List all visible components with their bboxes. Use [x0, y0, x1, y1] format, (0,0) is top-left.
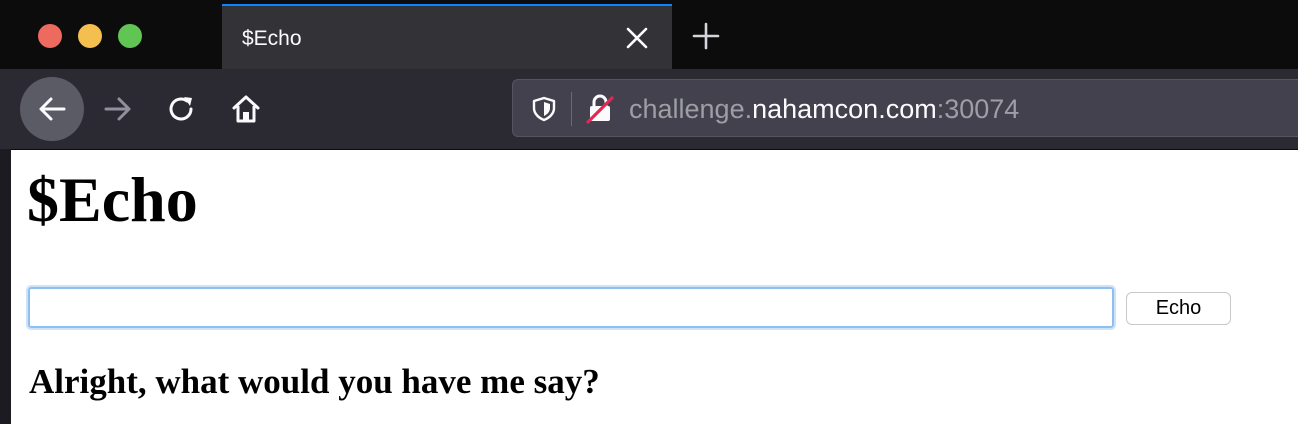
- page-content: $Echo Echo Alright, what would you have …: [11, 149, 1298, 424]
- tab-strip: $Echo: [0, 0, 1298, 69]
- echo-button[interactable]: Echo: [1126, 292, 1231, 325]
- reload-button[interactable]: [160, 87, 204, 131]
- plus-icon[interactable]: [692, 22, 720, 50]
- tab-echo[interactable]: $Echo: [222, 4, 672, 69]
- prompt-heading: Alright, what would you have me say?: [29, 362, 600, 401]
- url-text[interactable]: challenge.nahamcon.com:30074: [629, 93, 1019, 125]
- page-title: $Echo: [27, 164, 198, 235]
- close-icon[interactable]: [625, 26, 649, 50]
- arrow-left-icon: [39, 97, 66, 121]
- insecure-lock-icon[interactable]: [585, 94, 615, 124]
- window-minimize-button[interactable]: [78, 24, 102, 48]
- tab-title: $Echo: [242, 27, 302, 50]
- home-icon: [232, 95, 260, 123]
- address-bar[interactable]: challenge.nahamcon.com:30074: [512, 79, 1298, 137]
- url-separator: [571, 92, 572, 126]
- home-button[interactable]: [224, 87, 268, 131]
- shield-icon[interactable]: [531, 96, 557, 122]
- echo-input[interactable]: [26, 285, 1116, 330]
- back-button[interactable]: [20, 77, 84, 141]
- url-port: :30074: [936, 94, 1020, 124]
- url-prefix: challenge.: [629, 94, 753, 124]
- nav-toolbar: challenge.nahamcon.com:30074: [0, 69, 1298, 149]
- forward-button[interactable]: [96, 87, 140, 131]
- window-close-button[interactable]: [38, 24, 62, 48]
- arrow-right-icon: [104, 97, 131, 121]
- reload-icon: [169, 97, 193, 121]
- window-zoom-button[interactable]: [118, 24, 142, 48]
- url-domain: nahamcon.com: [752, 94, 937, 124]
